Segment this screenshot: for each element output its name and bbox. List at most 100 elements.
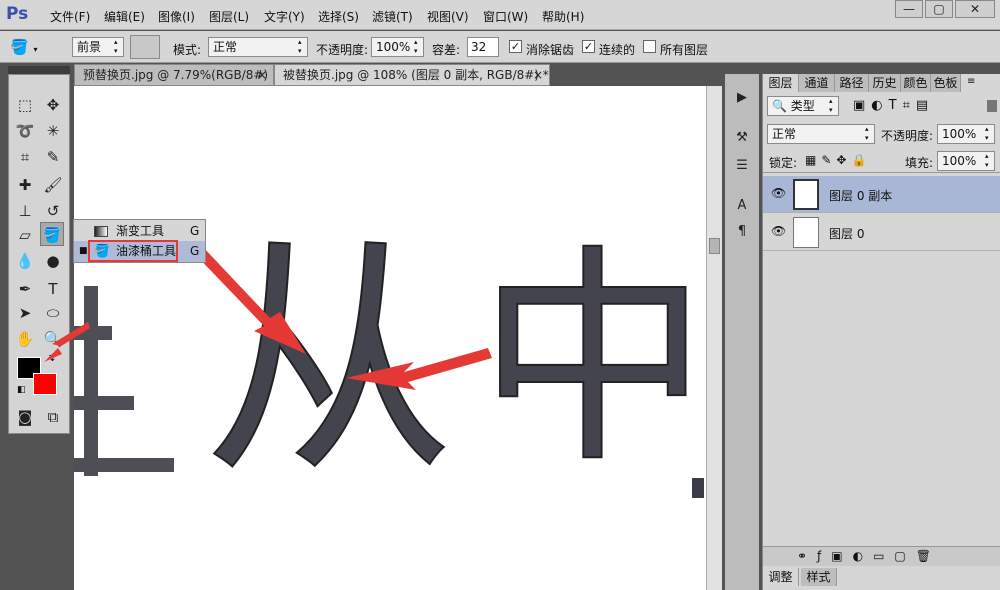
tab-channels[interactable]: 通道 xyxy=(799,74,835,92)
tab-label: 被替换页.jpg @ 108% (图层 0 副本, RGB/8#) * xyxy=(283,68,549,82)
adjust-sliders-icon[interactable]: ☰ xyxy=(730,154,754,178)
toolbox-header[interactable] xyxy=(8,66,70,74)
layer-fill-input[interactable]: 100% xyxy=(937,151,995,171)
panel-menu-icon[interactable]: ≡ xyxy=(967,76,975,87)
character-panel-icon[interactable]: A xyxy=(730,194,754,218)
layer-opacity-input[interactable]: 100% xyxy=(937,124,995,144)
lock-label: 锁定: xyxy=(769,156,798,170)
vertical-scrollbar[interactable] xyxy=(706,86,722,590)
default-colors-icon[interactable]: ◧ xyxy=(17,385,26,395)
close-icon[interactable]: × xyxy=(257,65,267,85)
contiguous-checkbox[interactable]: ✓ xyxy=(582,40,595,53)
paint-bucket-icon: 🪣 xyxy=(94,244,111,259)
flyout-item-gradient[interactable]: 渐变工具 G xyxy=(74,221,205,242)
dodge-tool-icon[interactable]: ● xyxy=(41,249,65,273)
tolerance-input[interactable]: 32 xyxy=(467,37,499,57)
opacity-label: 不透明度: xyxy=(316,43,369,57)
layer-action-icons[interactable]: ⚭ƒ▣◐▭▢🗑 xyxy=(797,549,941,563)
menu-type[interactable]: 文字(Y) xyxy=(264,8,305,25)
play-actions-icon[interactable]: ▶ xyxy=(730,86,754,110)
annotation-layer xyxy=(192,246,492,390)
mode-label: 模式: xyxy=(173,43,202,57)
menu-filter[interactable]: 滤镜(T) xyxy=(372,8,413,25)
tab-color[interactable]: 颜色 xyxy=(901,74,931,92)
menu-layer[interactable]: 图层(L) xyxy=(209,8,249,25)
tab-paths[interactable]: 路径 xyxy=(835,74,869,92)
tab-styles[interactable]: 样式 xyxy=(801,568,837,586)
eye-icon[interactable]: 👁 xyxy=(771,224,786,238)
marquee-tool-icon[interactable]: ⬚ xyxy=(13,93,37,117)
tab-history[interactable]: 历史 xyxy=(869,74,901,92)
layer-filter-select[interactable]: 🔍 类型 xyxy=(767,96,839,116)
paint-bucket-icon: 🪣 xyxy=(10,38,29,56)
menu-select[interactable]: 选择(S) xyxy=(318,8,359,25)
menu-help[interactable]: 帮助(H) xyxy=(542,8,584,25)
tab-document-1[interactable]: 预替换页.jpg @ 7.79%(RGB/8#) × xyxy=(74,64,274,86)
scrollbar-thumb[interactable] xyxy=(709,238,720,254)
opacity-input[interactable]: 100% xyxy=(371,37,424,57)
close-window-button[interactable]: ✕ xyxy=(955,0,995,18)
pattern-picker[interactable] xyxy=(130,35,160,59)
all-layers-checkbox[interactable] xyxy=(643,40,656,53)
maximize-button[interactable]: ▢ xyxy=(925,0,953,18)
blur-tool-icon[interactable]: 💧 xyxy=(13,249,37,273)
fill-source-select[interactable]: 前景 xyxy=(72,37,124,57)
gradient-tool-icon xyxy=(94,226,108,237)
tab-swatches[interactable]: 色板 xyxy=(931,74,961,92)
layer-row-selected[interactable]: 👁 图层 0 副本 xyxy=(763,176,1000,213)
filter-label: 类型 xyxy=(790,99,815,113)
menu-window[interactable]: 窗口(W) xyxy=(483,8,528,25)
menu-view[interactable]: 视图(V) xyxy=(427,8,469,25)
document-canvas[interactable]: 从 中 xyxy=(74,86,706,590)
mode-select[interactable]: 正常 xyxy=(208,37,308,57)
lasso-tool-icon[interactable]: ➰ xyxy=(13,119,37,143)
close-icon[interactable]: × xyxy=(533,65,543,85)
menu-image[interactable]: 图像(I) xyxy=(158,8,195,25)
flyout-item-paint-bucket[interactable]: ■ 🪣 油漆桶工具 G xyxy=(74,240,205,262)
paint-bucket-tool-icon[interactable]: 🪣 xyxy=(40,222,64,246)
annotation-arrow xyxy=(192,246,306,354)
tolerance-label: 容差: xyxy=(432,43,461,57)
menu-edit[interactable]: 编辑(E) xyxy=(104,8,145,25)
tab-document-2[interactable]: 被替换页.jpg @ 108% (图层 0 副本, RGB/8#) * × xyxy=(274,64,550,86)
filter-toggle[interactable] xyxy=(987,100,997,112)
toolbox: ⬚ ✥ ➰ ✳ ⌗ ✎ ✚ 🖌 ⊥ ↺ ▱ 🪣 💧 ● ✒ T ➤ ⬭ ✋ 🔍 … xyxy=(8,74,70,434)
fill-label: 填充: xyxy=(905,156,934,170)
magic-wand-icon[interactable]: ✳ xyxy=(41,119,65,143)
app-logo: Ps xyxy=(6,4,29,24)
type-tool-icon[interactable]: T xyxy=(41,277,65,301)
annotation-arrow-toolbox xyxy=(44,322,90,362)
menu-file[interactable]: 文件(F) xyxy=(50,8,90,25)
lock-icons[interactable]: ▦✎✥🔒 xyxy=(805,153,871,167)
eraser-tool-icon[interactable]: ▱ xyxy=(13,223,37,247)
layer-thumbnail xyxy=(793,217,819,248)
brush-presets-icon[interactable]: ⚒ xyxy=(730,126,754,150)
eyedropper-icon[interactable]: ✎ xyxy=(41,145,65,169)
active-marker-icon: ■ xyxy=(79,246,88,256)
history-brush-icon[interactable]: ↺ xyxy=(41,199,65,223)
layer-row[interactable]: 👁 图层 0 xyxy=(763,214,1000,251)
tab-layers[interactable]: 图层 xyxy=(763,74,799,92)
tool-preset-picker[interactable]: 🪣 ▾ xyxy=(10,35,50,59)
paragraph-panel-icon[interactable]: ¶ xyxy=(730,220,754,244)
move-tool-icon[interactable]: ✥ xyxy=(41,93,65,117)
pen-tool-icon[interactable]: ✒ xyxy=(13,277,37,301)
tab-adjustments[interactable]: 调整 xyxy=(763,568,799,586)
tab-label: 预替换页.jpg @ 7.79%(RGB/8#) xyxy=(83,68,269,82)
antialias-checkbox[interactable]: ✓ xyxy=(509,40,522,53)
quick-mask-icon[interactable]: ◙ xyxy=(13,405,37,429)
healing-brush-icon[interactable]: ✚ xyxy=(13,173,37,197)
layer-thumbnail xyxy=(793,179,819,210)
layer-name: 图层 0 副本 xyxy=(829,189,893,203)
brush-tool-icon[interactable]: 🖌 xyxy=(41,173,65,197)
blend-mode-select[interactable]: 正常 xyxy=(767,124,875,144)
clone-stamp-icon[interactable]: ⊥ xyxy=(13,199,37,223)
antialias-label: 消除锯齿 xyxy=(526,43,575,57)
layer-name: 图层 0 xyxy=(829,227,865,241)
crop-tool-icon[interactable]: ⌗ xyxy=(13,145,37,169)
flyout-item-label: 油漆桶工具 xyxy=(116,244,177,258)
eye-icon[interactable]: 👁 xyxy=(771,186,786,200)
annotation-arrow xyxy=(346,348,492,390)
screen-mode-icon[interactable]: ⧉ xyxy=(41,405,65,429)
minimize-button[interactable]: — xyxy=(895,0,923,18)
